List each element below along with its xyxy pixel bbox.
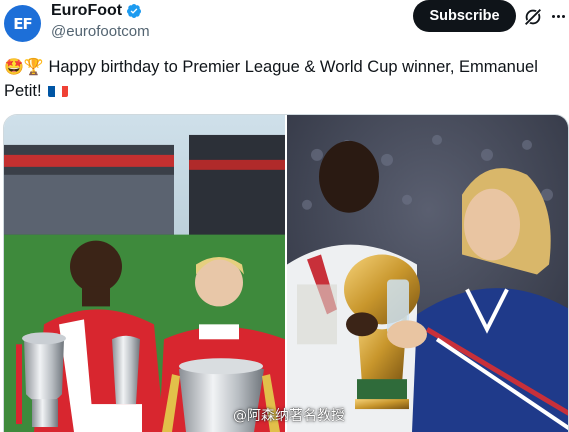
france-flag-icon [48, 83, 69, 97]
tweet-body: Happy birthday to Premier League & World… [4, 58, 538, 100]
display-name[interactable]: EuroFoot [51, 2, 122, 20]
verified-badge-icon [127, 4, 142, 18]
tweet-media[interactable] [3, 114, 569, 432]
author-name-row[interactable]: EuroFoot [51, 2, 142, 20]
subscribe-button[interactable]: Subscribe [413, 0, 516, 32]
photo-world-cup[interactable] [287, 115, 569, 432]
author-handle[interactable]: @eurofootcom [51, 23, 150, 40]
more-options-icon[interactable] [549, 6, 567, 26]
avatar[interactable]: EF [4, 5, 41, 42]
photo-arsenal-trophies[interactable] [4, 115, 285, 432]
media-watermark: @阿森纳著名教授 [233, 408, 345, 424]
grok-icon[interactable] [522, 6, 544, 28]
tweet-text: 🤩🏆 Happy birthday to Premier League & Wo… [4, 55, 564, 103]
tweet-emojis: 🤩🏆 [4, 57, 44, 76]
